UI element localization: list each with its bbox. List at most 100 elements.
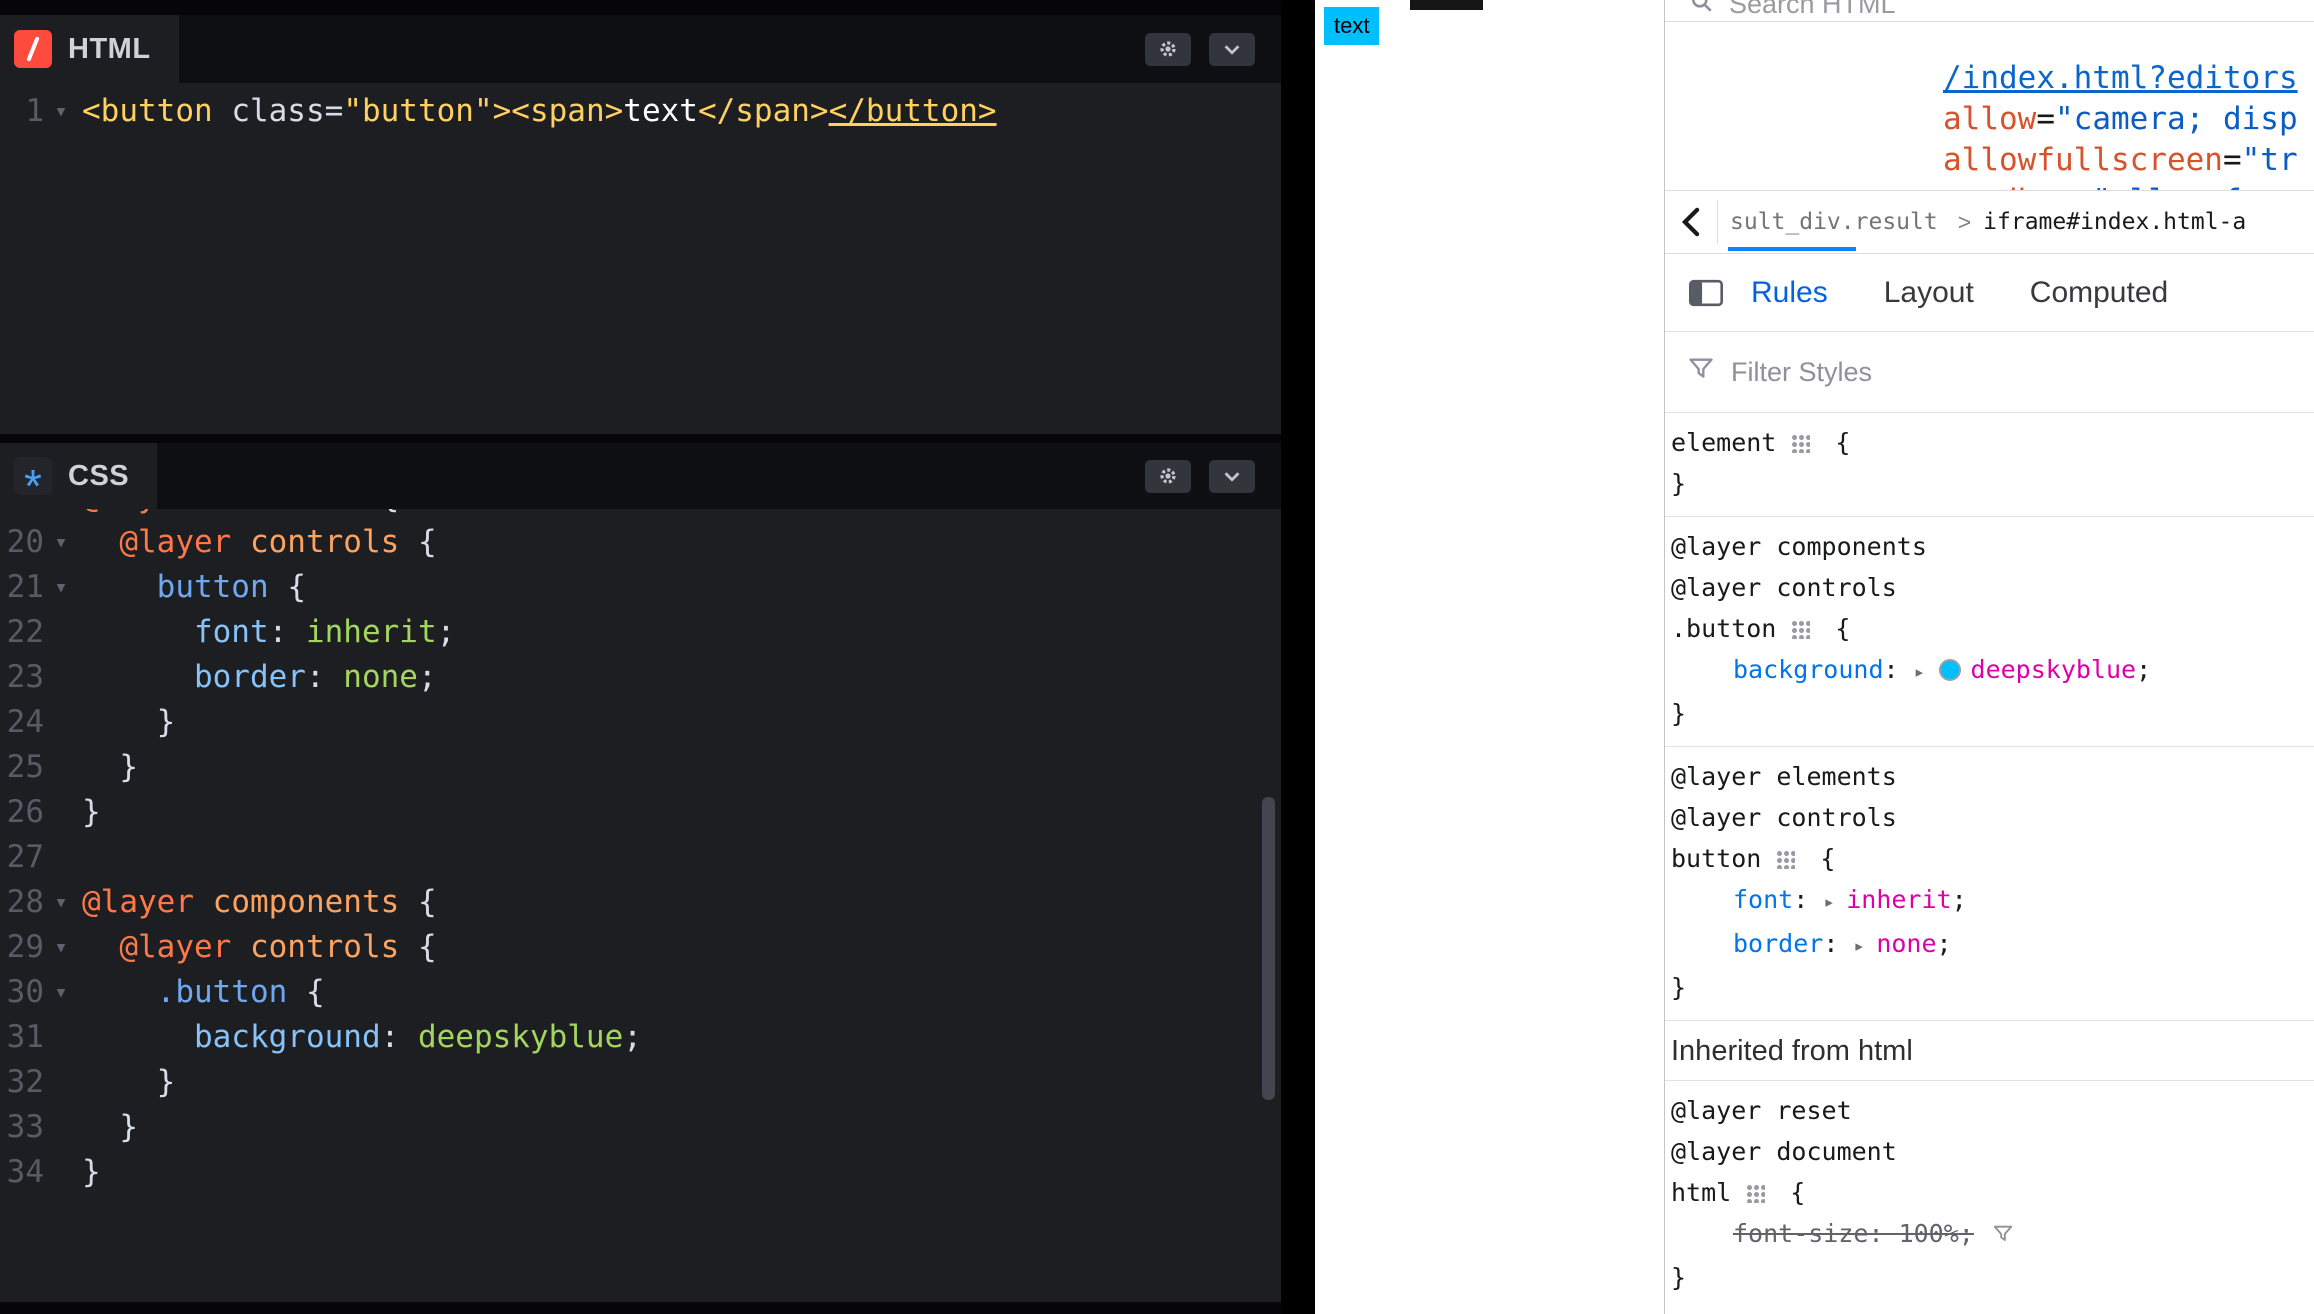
- selector-dots-icon[interactable]: [1745, 1183, 1765, 1203]
- code-line[interactable]: 22 font: inherit;: [0, 610, 1281, 655]
- selector-dots-icon[interactable]: [1775, 849, 1795, 869]
- code-line[interactable]: 34}: [0, 1150, 1281, 1195]
- code-line[interactable]: 1▾<button class="button"><span>text</spa…: [0, 89, 1281, 134]
- code-line[interactable]: 19▾@layer elements {: [0, 509, 1281, 520]
- html-collapse-button[interactable]: [1209, 33, 1255, 66]
- fold-arrow-icon[interactable]: ▾: [44, 520, 78, 565]
- css-declaration[interactable]: background: ▸ deepskyblue;: [1671, 649, 2308, 693]
- code-line[interactable]: 21▾ button {: [0, 565, 1281, 610]
- property-name[interactable]: border: [1733, 929, 1823, 958]
- overridden-filter-icon[interactable]: [1992, 1216, 2014, 1257]
- property-value[interactable]: none: [1876, 929, 1936, 958]
- code-line[interactable]: 30▾ .button {: [0, 970, 1281, 1015]
- code-line[interactable]: 29▾ @layer controls {: [0, 925, 1281, 970]
- fold-arrow-icon[interactable]: ▾: [44, 880, 78, 925]
- declaration-text: font: ▸ inherit;: [1733, 885, 1967, 914]
- property-name[interactable]: font: [1733, 885, 1793, 914]
- css-settings-button[interactable]: [1145, 460, 1191, 493]
- line-number: 32: [0, 1060, 44, 1105]
- code-token: {: [418, 884, 437, 920]
- tab-rules[interactable]: Rules: [1723, 276, 1856, 310]
- rule-selector[interactable]: element: [1671, 428, 1776, 457]
- fold-arrow-icon[interactable]: ▾: [44, 925, 78, 970]
- property-name[interactable]: background: [1733, 655, 1884, 684]
- dock-sidebar-button[interactable]: [1689, 279, 1723, 307]
- code-line[interactable]: 25 }: [0, 745, 1281, 790]
- expand-arrow-icon[interactable]: ▸: [1853, 935, 1876, 957]
- breadcrumb-back-button[interactable]: [1665, 205, 1717, 239]
- css-declaration[interactable]: border: ▸ none;: [1671, 923, 2308, 967]
- code-line[interactable]: 27: [0, 835, 1281, 880]
- breadcrumb-separator: >: [1946, 209, 1983, 236]
- rule-selector[interactable]: html: [1671, 1178, 1731, 1207]
- close-brace: }: [1671, 693, 2308, 734]
- line-number: 33: [0, 1105, 44, 1150]
- breadcrumb-item-iframe[interactable]: iframe#index.html-a: [1983, 209, 2246, 235]
- markup-line[interactable]: allow="camera; disp: [1943, 99, 2314, 140]
- property-value[interactable]: inherit: [1846, 885, 1951, 914]
- search-placeholder: Search HTML: [1729, 0, 1896, 20]
- property-name[interactable]: font-size: [1733, 1219, 1868, 1248]
- rule-selector[interactable]: button: [1671, 844, 1761, 873]
- html-panel-tab[interactable]: HTML: [0, 15, 179, 83]
- rule-selector[interactable]: .button: [1671, 614, 1776, 643]
- color-swatch[interactable]: [1939, 659, 1961, 681]
- code-token: {: [381, 509, 400, 515]
- code-token: button: [157, 569, 288, 605]
- search-html-bar[interactable]: Search HTML: [1665, 0, 2314, 22]
- code-token: controls: [250, 524, 418, 560]
- css-panel-tab[interactable]: * CSS: [0, 443, 157, 509]
- property-value[interactable]: 100%: [1899, 1219, 1959, 1248]
- code-line[interactable]: 23 border: none;: [0, 655, 1281, 700]
- code-line[interactable]: 31 background: deepskyblue;: [0, 1015, 1281, 1060]
- code-line[interactable]: 20▾ @layer controls {: [0, 520, 1281, 565]
- line-number: 23: [0, 655, 44, 700]
- markup-token[interactable]: /index.html?editors: [1943, 60, 2298, 96]
- code-line[interactable]: 26}: [0, 790, 1281, 835]
- markup-token: allowfullscreen: [1943, 142, 2223, 178]
- fold-arrow-icon[interactable]: ▾: [44, 970, 78, 1015]
- html-settings-button[interactable]: [1145, 33, 1191, 66]
- code-token: }: [82, 794, 101, 830]
- property-value[interactable]: deepskyblue: [1971, 655, 2137, 684]
- code-line[interactable]: 28▾@layer components {: [0, 880, 1281, 925]
- markup-line[interactable]: allowfullscreen="tr: [1943, 140, 2314, 181]
- preview-text-button[interactable]: text: [1324, 7, 1379, 45]
- fold-spacer: [44, 745, 78, 790]
- rule-section: @layer elements@layer controlsbutton {fo…: [1665, 746, 2314, 1020]
- code-token: controls: [250, 929, 418, 965]
- html-code-editor[interactable]: 1▾<button class="button"><span>text</spa…: [0, 83, 1281, 434]
- selector-dots-icon[interactable]: [1790, 619, 1810, 639]
- code-text: font: inherit;: [78, 610, 455, 655]
- expand-arrow-icon[interactable]: ▸: [1914, 661, 1937, 683]
- markup-line[interactable]: /index.html?editors: [1943, 58, 2314, 99]
- code-line[interactable]: 33 }: [0, 1105, 1281, 1150]
- css-declaration[interactable]: font-size: 100%;: [1671, 1213, 2308, 1257]
- code-token: @layer: [119, 929, 250, 965]
- filter-styles-bar[interactable]: Filter Styles: [1665, 332, 2314, 412]
- html-icon-slash: [26, 36, 39, 62]
- markup-line[interactable]: sandbox="allow-forms a: [1943, 181, 2314, 190]
- css-code-editor[interactable]: 19▾@layer elements {20▾ @layer controls …: [0, 509, 1281, 1302]
- colon: :: [1868, 1219, 1898, 1248]
- breadcrumb-item-result-div[interactable]: sult_div.result: [1718, 191, 1946, 253]
- selector-dots-icon[interactable]: [1790, 433, 1810, 453]
- code-line[interactable]: 24 }: [0, 700, 1281, 745]
- code-line[interactable]: 32 }: [0, 1060, 1281, 1105]
- expand-arrow-icon[interactable]: ▸: [1823, 891, 1846, 913]
- css-declaration[interactable]: font: ▸ inherit;: [1671, 879, 2308, 923]
- tab-layout[interactable]: Layout: [1856, 276, 2002, 310]
- code-text: }: [78, 700, 175, 745]
- close-brace: }: [1671, 463, 2308, 504]
- editor-preview-divider[interactable]: [1281, 0, 1315, 1314]
- code-token: .button: [157, 974, 306, 1010]
- fold-arrow-icon[interactable]: ▾: [44, 509, 78, 520]
- tab-computed[interactable]: Computed: [2002, 276, 2196, 310]
- css-collapse-button[interactable]: [1209, 460, 1255, 493]
- css-editor-scrollbar[interactable]: [1262, 797, 1275, 1100]
- markup-view[interactable]: /index.html?editorsallow="camera; dispal…: [1665, 22, 2314, 190]
- rule-section: @layer components@layer controls.button …: [1665, 516, 2314, 746]
- fold-arrow-icon[interactable]: ▾: [44, 565, 78, 610]
- fold-arrow-icon[interactable]: ▾: [44, 89, 78, 134]
- markup-token: sandbox: [1943, 183, 2074, 190]
